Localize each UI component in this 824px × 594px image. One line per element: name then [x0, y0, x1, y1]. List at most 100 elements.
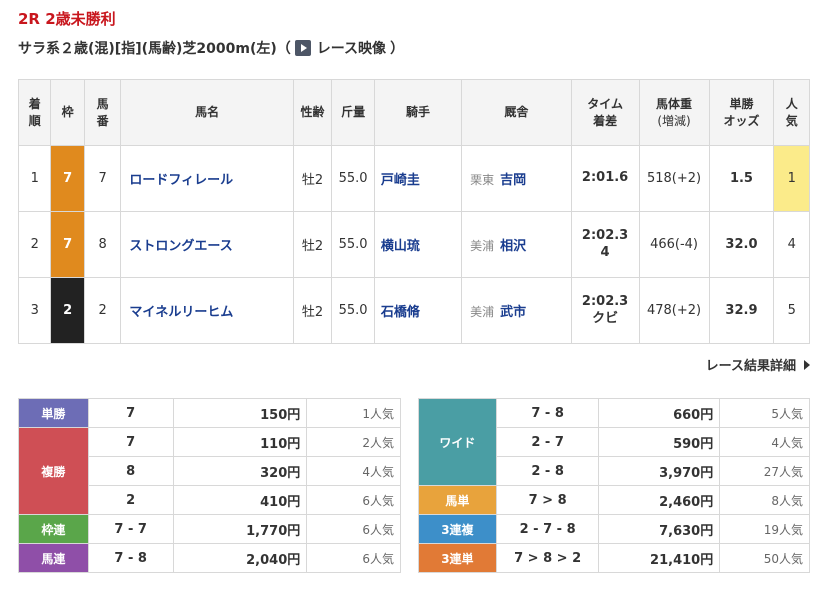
- video-play-icon[interactable]: [294, 40, 311, 56]
- payout-popularity: 6人気: [306, 514, 401, 544]
- payout-amount: 660円: [598, 398, 721, 428]
- payout-table-left: 単勝 7 150円 1人気 複勝 7 110円 2人気 8 320円 4人気 2…: [18, 398, 401, 573]
- header-time: タイム 着差: [570, 79, 640, 146]
- header-waku: 枠: [50, 79, 85, 146]
- payout-combo: 7 > 8 > 2: [495, 543, 600, 573]
- payout-popularity: 4人気: [306, 456, 401, 486]
- payout-popularity: 1人気: [306, 398, 401, 428]
- payout-label-tansho: 単勝: [18, 398, 89, 428]
- horse-name-link[interactable]: ストロングエース: [129, 239, 232, 254]
- payout-amount: 21,410円: [598, 543, 721, 573]
- weight-carried: 55.0: [331, 211, 375, 278]
- body-weight: 466(-4): [638, 211, 710, 278]
- race-conditions-text: サラ系２歳(混)[指](馬齢)芝2000m(左)（: [18, 41, 291, 57]
- header-weight: 斤量: [331, 79, 375, 146]
- payout-popularity: 19人気: [719, 514, 810, 544]
- payout-amount: 410円: [172, 485, 308, 515]
- header-odds: 単勝 オッズ: [708, 79, 775, 146]
- payout-row: 単勝 7 150円 1人気: [18, 398, 401, 428]
- trainer-link[interactable]: 相沢: [500, 239, 526, 254]
- sex-age: 牡2: [292, 277, 333, 344]
- payout-amount: 7,630円: [598, 514, 721, 544]
- header-popularity: 人気: [773, 79, 810, 146]
- rank: 3: [17, 277, 52, 344]
- odds: 1.5: [708, 145, 775, 212]
- odds: 32.0: [708, 211, 775, 278]
- payout-combo: 2 - 7 - 8: [495, 514, 600, 544]
- trainer-cell: 栗東 吉岡: [461, 145, 572, 212]
- chevron-right-icon: [804, 359, 810, 370]
- payout-row: 枠連 7 - 7 1,770円 6人気: [18, 514, 401, 544]
- header-horse-name: 馬名: [120, 79, 294, 146]
- table-row: 2 7 8 ストロングエース 牡2 55.0 横山琉 美浦 相沢 2:02.3 4 …: [17, 211, 810, 278]
- payout-row: 馬連 7 - 8 2,040円 6人気: [18, 543, 401, 573]
- popularity: 4: [773, 211, 810, 278]
- payout-combo: 7: [87, 398, 174, 428]
- payout-amount: 590円: [598, 427, 721, 457]
- time-cell: 2:02.3 クビ: [570, 277, 640, 344]
- payout-label-sanrentan: 3連単: [418, 543, 497, 573]
- payout-combo: 8: [87, 456, 174, 486]
- trainer-link[interactable]: 吉岡: [500, 173, 526, 188]
- payout-amount: 2,040円: [172, 543, 308, 573]
- payout-row: ワイド 7 - 8 660円 5人気: [418, 398, 810, 486]
- trainer-link[interactable]: 武市: [500, 305, 526, 320]
- jockey-link[interactable]: 戸崎圭: [381, 173, 420, 188]
- body-weight: 478(+2): [638, 277, 710, 344]
- payout-amount: 2,460円: [598, 485, 721, 515]
- payout-label-umatan: 馬単: [418, 485, 497, 515]
- payout-popularity: 6人気: [306, 485, 401, 515]
- payout-popularity: 8人気: [719, 485, 810, 515]
- table-row: 1 7 7 ロードフィレール 牡2 55.0 戸崎圭 栗東 吉岡 2:01.6 5…: [17, 145, 810, 212]
- payout-amount: 320円: [172, 456, 308, 486]
- horse-name-cell: ストロングエース: [120, 211, 294, 278]
- jockey-cell: 横山琉: [373, 211, 463, 278]
- payout-amount: 150円: [172, 398, 308, 428]
- trainer-cell: 美浦 相沢: [461, 211, 572, 278]
- waku-badge: 7: [50, 145, 85, 212]
- time-cell: 2:02.3 4: [570, 211, 640, 278]
- payout-table-right: ワイド 7 - 8 660円 5人気 2 - 7 590円 4人気 2 - 8 …: [418, 398, 810, 573]
- jockey-cell: 石橋脩: [373, 277, 463, 344]
- umaban: 8: [83, 211, 122, 278]
- payout-row: 3連単 7 > 8 > 2 21,410円 50人気: [418, 543, 810, 573]
- umaban: 7: [83, 145, 122, 212]
- payout-combo: 7: [87, 427, 174, 457]
- race-conditions-close: ）: [390, 41, 405, 57]
- horse-name-link[interactable]: マイネルリーヒム: [129, 305, 233, 320]
- jockey-link[interactable]: 横山琉: [381, 239, 420, 254]
- odds: 32.9: [708, 277, 775, 344]
- waku-badge: 2: [50, 277, 85, 344]
- payout-popularity: 27人気: [719, 456, 810, 486]
- rank: 1: [17, 145, 52, 212]
- race-video-link[interactable]: レース映像: [317, 38, 386, 58]
- payout-combo: 7 - 7: [87, 514, 174, 544]
- waku-badge: 7: [50, 211, 85, 278]
- race-result-detail-label: レース結果詳細: [705, 359, 796, 374]
- horse-name-link[interactable]: ロードフィレール: [129, 173, 233, 188]
- horse-name-cell: ロードフィレール: [120, 145, 294, 212]
- payout-popularity: 2人気: [306, 427, 401, 457]
- payout-amount: 1,770円: [172, 514, 308, 544]
- race-title: 2R 2歳未勝利: [18, 10, 116, 28]
- header-jockey: 騎手: [373, 79, 463, 146]
- stable-region: 美浦: [470, 239, 495, 253]
- time-cell: 2:01.6: [570, 145, 640, 212]
- payout-combo: 7 > 8: [495, 485, 600, 515]
- weight-carried: 55.0: [331, 145, 375, 212]
- payout-combo: 7 - 8: [87, 543, 174, 573]
- payout-label-wakuren: 枠連: [18, 514, 89, 544]
- race-result-detail-link[interactable]: レース結果詳細: [706, 355, 810, 374]
- jockey-link[interactable]: 石橋脩: [381, 305, 420, 320]
- jockey-cell: 戸崎圭: [373, 145, 463, 212]
- horse-name-cell: マイネルリーヒム: [120, 277, 294, 344]
- payout-row: 複勝 7 110円 2人気: [18, 427, 401, 515]
- payout-popularity: 5人気: [719, 398, 810, 428]
- header-sex-age: 性齢: [292, 79, 333, 146]
- payout-popularity: 50人気: [719, 543, 810, 573]
- payout-combo: 2 - 7: [495, 427, 600, 457]
- stable-region: 美浦: [470, 305, 495, 319]
- weight-carried: 55.0: [331, 277, 375, 344]
- rank: 2: [17, 211, 52, 278]
- payout-amount: 3,970円: [598, 456, 721, 486]
